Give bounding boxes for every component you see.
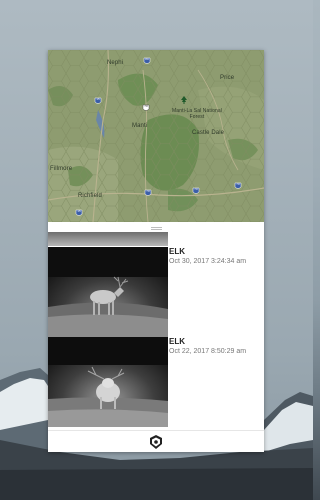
drag-handle-icon[interactable]	[151, 227, 162, 230]
previous-photo-thumbnail[interactable]	[48, 232, 168, 246]
species-label: ELK	[169, 337, 185, 346]
photo-timestamp: Oct 30, 2017 3:24:34 am	[169, 258, 247, 265]
sightings-sheet[interactable]: ELK Oct 30, 2017 3:24:34 am ELK Oct 22, …	[48, 222, 264, 430]
trail-camera-photo[interactable]	[48, 337, 168, 427]
highway-70-label-1: 70	[146, 189, 150, 193]
highway-shields	[75, 57, 242, 216]
highway-70-label-3: 70	[236, 182, 240, 186]
bottom-bar	[48, 430, 264, 452]
forest-pin-icon[interactable]	[181, 96, 187, 104]
trail-camera-photo[interactable]	[48, 247, 168, 337]
highway-70-label-4: 70	[144, 104, 148, 108]
species-label: ELK	[169, 247, 185, 256]
app-window: Nephi Price Manti-La Sal National Forest…	[48, 50, 264, 452]
map-view[interactable]: Nephi Price Manti-La Sal National Forest…	[48, 50, 264, 222]
sighting-card[interactable]: ELK Oct 22, 2017 8:50:29 am	[48, 337, 264, 427]
highway-15-label-2: 15	[77, 209, 81, 213]
highway-15-label-1: 15	[96, 97, 100, 101]
trail-camera-logo-icon[interactable]	[150, 435, 162, 449]
highway-89-label: 89	[145, 57, 149, 61]
photo-timestamp: Oct 22, 2017 8:50:29 am	[169, 348, 247, 355]
elk-photo-image	[48, 247, 168, 337]
elk-photo-image	[48, 337, 168, 427]
sighting-card[interactable]: ELK Oct 30, 2017 3:24:34 am	[48, 247, 264, 337]
highway-70-label-2: 70	[194, 187, 198, 191]
